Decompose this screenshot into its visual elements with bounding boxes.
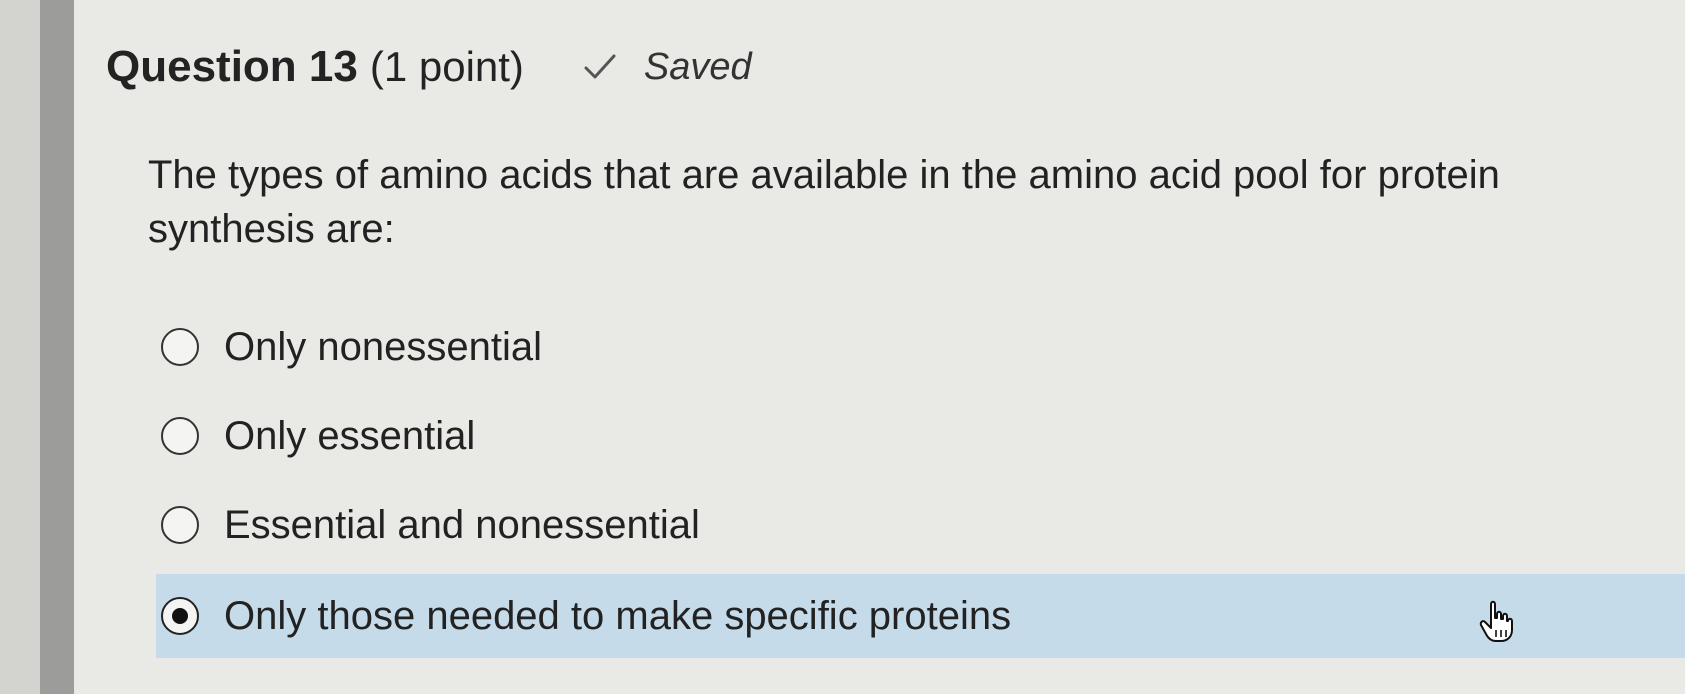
question-header: Question 13 (1 point) Saved [106,42,752,92]
question-prompt: The types of amino acids that are availa… [148,153,1500,251]
option-label: Only those needed to make specific prote… [224,593,1012,638]
question-title: Question 13 [106,42,358,91]
radio-button[interactable] [160,327,200,367]
question-points: (1 point) [369,43,524,90]
option-label: Only essential [224,413,476,458]
option-label: Essential and nonessential [224,502,700,547]
radio-button-selected[interactable] [160,596,200,636]
option-essential-and-nonessential[interactable]: Essential and nonessential [156,485,700,565]
left-nav-bar [40,0,74,694]
radio-button[interactable] [160,505,200,545]
option-label: Only nonessential [224,324,542,369]
option-only-nonessential[interactable]: Only nonessential [156,307,542,387]
radio-button[interactable] [160,416,200,456]
option-only-specific-proteins[interactable]: Only those needed to make specific prote… [156,574,1685,658]
check-icon [584,54,616,79]
saved-status: Saved [643,45,752,88]
option-only-essential[interactable]: Only essential [156,396,475,476]
hand-pointer-icon [1479,600,1513,642]
left-edge [0,0,40,694]
